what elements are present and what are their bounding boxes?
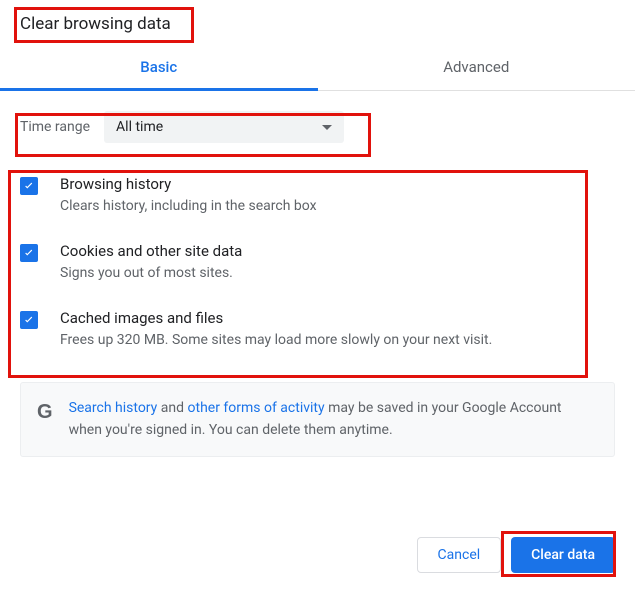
cancel-button[interactable]: Cancel <box>417 537 502 573</box>
link-search-history[interactable]: Search history <box>69 400 158 416</box>
notice-text: Search history and other forms of activi… <box>69 397 598 442</box>
options-list: Browsing history Clears history, includi… <box>0 153 635 370</box>
check-icon <box>22 179 36 193</box>
clear-data-button[interactable]: Clear data <box>511 537 615 573</box>
timerange-row: Time range All time <box>20 111 615 143</box>
tab-advanced[interactable]: Advanced <box>318 44 635 90</box>
option-title: Cached images and files <box>60 309 492 327</box>
option-text: Cached images and files Frees up 320 MB.… <box>60 309 492 348</box>
dialog-title: Clear browsing data <box>0 0 635 44</box>
option-desc: Frees up 320 MB. Some sites may load mor… <box>60 332 492 348</box>
timerange-value: All time <box>116 119 163 135</box>
option-desc: Clears history, including in the search … <box>60 198 317 214</box>
timerange-select[interactable]: All time <box>104 111 344 143</box>
timerange-label: Time range <box>20 119 90 135</box>
checkbox-cookies[interactable] <box>20 244 38 262</box>
notice-box: G Search history and other forms of acti… <box>20 382 615 457</box>
dialog-actions: Cancel Clear data <box>417 537 615 573</box>
option-desc: Signs you out of most sites. <box>60 265 242 281</box>
check-icon <box>22 246 36 260</box>
option-browsing-history: Browsing history Clears history, includi… <box>20 163 615 230</box>
option-text: Browsing history Clears history, includi… <box>60 175 317 214</box>
option-title: Cookies and other site data <box>60 242 242 260</box>
check-icon <box>22 313 36 327</box>
tabs: Basic Advanced <box>0 44 635 91</box>
chevron-down-icon <box>322 125 332 130</box>
google-logo-icon: G <box>37 401 53 424</box>
option-title: Browsing history <box>60 175 317 193</box>
tab-basic[interactable]: Basic <box>0 44 318 90</box>
notice-text-1: and <box>157 400 187 416</box>
option-cookies: Cookies and other site data Signs you ou… <box>20 230 615 297</box>
link-other-activity[interactable]: other forms of activity <box>188 400 325 416</box>
option-text: Cookies and other site data Signs you ou… <box>60 242 242 281</box>
checkbox-cache[interactable] <box>20 311 38 329</box>
checkbox-browsing-history[interactable] <box>20 177 38 195</box>
option-cache: Cached images and files Frees up 320 MB.… <box>20 297 615 364</box>
